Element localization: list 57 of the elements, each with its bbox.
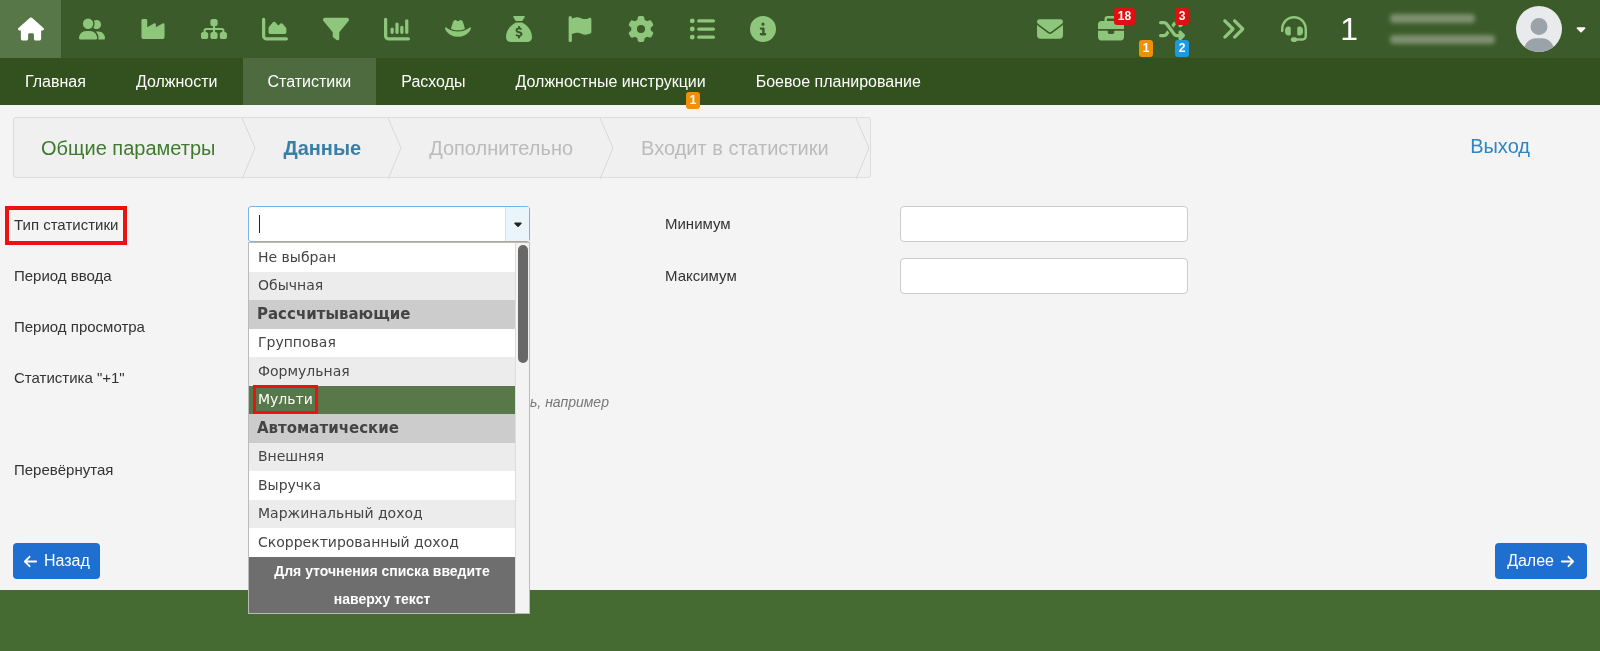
input-field[interactable] <box>900 206 1188 242</box>
area-chart-icon <box>261 16 288 42</box>
factory-icon <box>139 16 166 42</box>
count-badge: 2 <box>1174 40 1190 57</box>
hint-text: ь, например <box>530 393 610 412</box>
money-bag-icon <box>505 16 532 42</box>
avatar[interactable] <box>1516 6 1562 52</box>
nav-tab[interactable]: Должности <box>110 58 243 105</box>
user-silhouette-icon <box>1522 18 1556 52</box>
option-group-header: Рассчитывающие <box>249 300 515 329</box>
field-label: Период ввода <box>13 266 113 286</box>
count-badge: 1 <box>685 92 701 109</box>
nav-tab[interactable]: Боевое планирование <box>730 58 946 105</box>
dropdown-toggle[interactable] <box>505 207 529 241</box>
toolbar-button[interactable]: 3 1 2 <box>1141 0 1203 58</box>
nav-tab[interactable]: Расходы <box>376 58 491 105</box>
info-icon <box>749 16 776 42</box>
filter-icon <box>322 16 349 42</box>
users-icon <box>78 16 105 42</box>
count-badge: 18 <box>1113 8 1136 25</box>
field-label: Перевёрнутая <box>13 460 115 480</box>
option-group-header: Автоматические <box>249 414 515 443</box>
scrollbar-thumb[interactable] <box>518 245 528 363</box>
flag-icon <box>566 16 593 42</box>
counter-text: 1 <box>1340 10 1358 49</box>
next-button[interactable]: Далее <box>1495 543 1587 579</box>
wizard-step[interactable]: Общие параметры <box>14 118 243 177</box>
hierarchy-icon <box>200 16 227 42</box>
count-badge: 3 <box>1174 8 1190 25</box>
dropdown-option[interactable]: Мульти <box>253 385 318 415</box>
field-label: Тип статистики <box>5 206 128 245</box>
field-label: Статистика "+1" <box>13 368 126 388</box>
count-badge: 1 <box>1138 40 1154 57</box>
wizard-step[interactable]: Данные <box>256 118 389 177</box>
dropdown-option[interactable]: Групповая <box>253 328 341 358</box>
bar-chart-icon <box>383 16 410 42</box>
dropdown-hint: Для уточнения списка введите наверху текст <box>249 556 515 613</box>
arrow-right-icon <box>1560 553 1575 569</box>
field-label: Максимум <box>665 265 738 286</box>
back-button[interactable]: Назад <box>13 543 100 579</box>
home-icon <box>17 16 44 42</box>
list-icon <box>688 16 715 42</box>
field-label: Минимум <box>665 213 732 234</box>
dropdown-option[interactable]: Скорректированный доход <box>253 527 464 557</box>
exit-link[interactable]: Выход <box>1470 131 1530 161</box>
headset-icon <box>1280 16 1307 42</box>
arrow-left-icon <box>23 553 38 569</box>
mail-icon <box>1036 16 1063 42</box>
toolbar-button[interactable] <box>0 0 61 58</box>
text-cursor <box>259 215 260 233</box>
dropdown-option[interactable]: Не выбран <box>253 242 342 272</box>
settings-icon <box>627 16 654 42</box>
nav-tab[interactable]: Главная <box>0 58 111 105</box>
dropdown-option[interactable]: Выручка <box>253 470 327 500</box>
nav-tab[interactable]: Статистики <box>242 58 377 105</box>
field-label: Период просмотра <box>13 317 146 337</box>
input-field[interactable] <box>900 258 1188 294</box>
